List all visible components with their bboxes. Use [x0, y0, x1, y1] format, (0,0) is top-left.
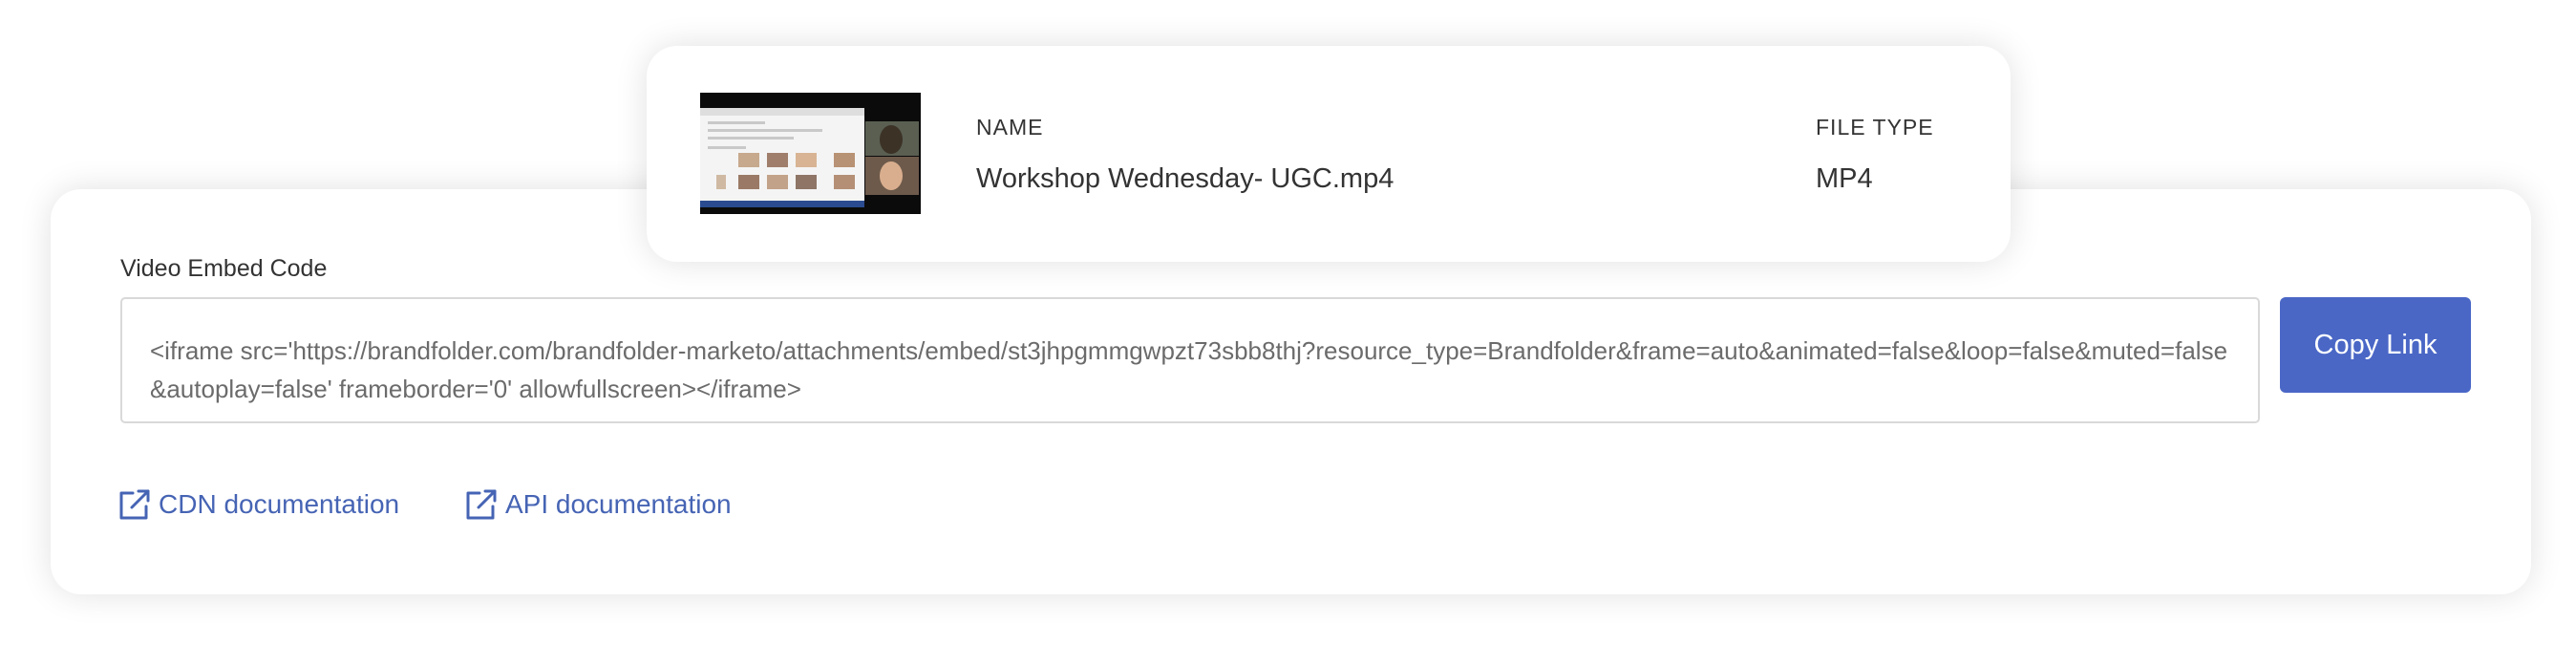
api-documentation-link[interactable]: API documentation [465, 487, 732, 522]
cdn-documentation-label: CDN documentation [159, 489, 400, 519]
api-documentation-label: API documentation [505, 489, 732, 519]
copy-link-button[interactable]: Copy Link [2280, 297, 2471, 393]
external-link-icon [118, 488, 151, 521]
video-thumbnail [700, 93, 921, 214]
asset-info-card: NAME Workshop Wednesday- UGC.mp4 FILE TY… [647, 46, 2011, 262]
embed-code-field[interactable]: <iframe src='https://brandfolder.com/bra… [120, 297, 2260, 423]
asset-file-name: Workshop Wednesday- UGC.mp4 [976, 163, 1394, 194]
asset-file-type: MP4 [1816, 163, 1873, 194]
external-link-icon [465, 488, 498, 521]
file-type-column-label: FILE TYPE [1816, 115, 1934, 140]
name-column-label: NAME [976, 115, 1044, 140]
cdn-documentation-link[interactable]: CDN documentation [118, 487, 399, 522]
embed-code-label: Video Embed Code [120, 255, 328, 282]
